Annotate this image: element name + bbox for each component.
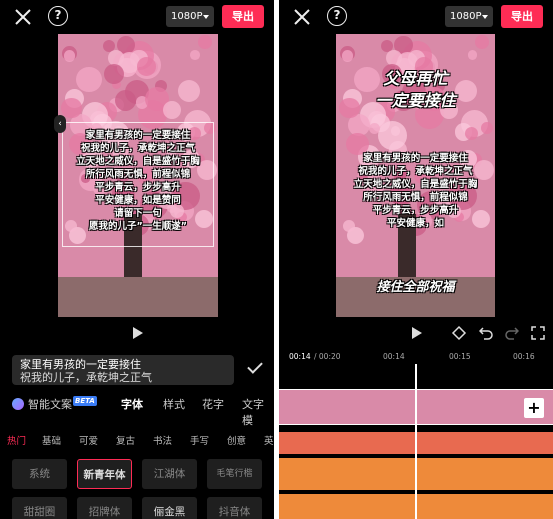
close-icon[interactable] [291, 6, 313, 28]
export-button[interactable]: 导出 [222, 5, 264, 28]
font-tile[interactable]: 毛笔行楷 [207, 459, 262, 489]
blossom-decoration [378, 120, 408, 150]
tab-style[interactable]: 样式 [163, 396, 185, 412]
category-cute[interactable]: 可爱 [79, 433, 98, 447]
blossom-decoration [386, 49, 402, 66]
play-icon[interactable] [133, 327, 143, 339]
caret-down-icon [203, 15, 209, 19]
font-tile[interactable]: 系统 [12, 459, 67, 489]
blossom-decoration [76, 66, 102, 92]
title-text-block[interactable]: 父母再忙 一定要接住 [336, 68, 495, 112]
overlay-line: 所行风雨无惧，前程似锦 [363, 192, 468, 203]
play-icon[interactable] [412, 327, 422, 339]
top-bar: ? 1080P 导出 [279, 0, 553, 34]
timeline-editor-panel: ? 1080P 导出 父母再忙 一定要接住 家里有男孩的一定要接住 祝我的儿子，… [279, 0, 553, 519]
tab-ai-copy[interactable]: 智能文案 [28, 396, 72, 412]
edit-text-line: 祝我的儿子，承乾坤之正气 [20, 371, 152, 384]
fullscreen-icon[interactable] [531, 326, 545, 340]
resolution-label: 1080P [450, 11, 482, 22]
caret-down-icon [482, 15, 488, 19]
blossom-decoration [464, 127, 479, 141]
overlay-line: 平安健康，如 [386, 218, 444, 229]
category-hot[interactable]: 热门 [7, 433, 26, 447]
text-edit-input[interactable]: 家里有男孩的一定要接住 祝我的儿子，承乾坤之正气 [12, 355, 234, 385]
category-english[interactable]: 英 [264, 433, 274, 447]
tab-font[interactable]: 字体 [121, 396, 143, 412]
video-preview[interactable]: 家里有男孩的一定要接住 祝我的儿子，承乾坤之正气 立天地之威仪，自是盛竹于胸 所… [58, 34, 218, 317]
overlay-line: 家里有男孩的一定要接住 [363, 153, 468, 164]
overlay-line: 平步青云，步步高升 [372, 205, 459, 216]
overlay-text-block[interactable]: 家里有男孩的一定要接住 祝我的儿子，承乾坤之正气 立天地之威仪，自是盛竹于胸 所… [336, 152, 495, 230]
title-line: 父母再忙 [383, 69, 448, 88]
font-tile[interactable]: 抖音体 [207, 497, 262, 519]
font-tile-selected[interactable]: 新青年体 [77, 459, 132, 489]
beta-badge: BETA [73, 396, 97, 406]
keyframe-icon[interactable] [451, 325, 467, 341]
blossom-decoration [467, 50, 478, 61]
blossom-decoration [108, 49, 125, 66]
help-icon[interactable]: ? [48, 6, 68, 26]
bottom-caption[interactable]: 接住全部祝福 [336, 276, 495, 295]
resolution-dropdown[interactable]: 1080P [445, 6, 493, 27]
overlay-line: 立天地之威仪，自是盛竹于胸 [353, 179, 478, 190]
blossom-decoration [162, 100, 181, 119]
blossom-decoration [137, 56, 156, 76]
confirm-check-icon[interactable] [247, 358, 263, 374]
text-editor-panel: ? 1080P 导出 家里有男孩的一定要接住 祝我的儿子，承乾坤之正气 立天地之… [0, 0, 274, 519]
top-bar: ? 1080P 导出 [0, 0, 274, 34]
ai-copy-icon [12, 398, 24, 410]
playhead[interactable] [415, 364, 417, 519]
font-tile[interactable]: 甜甜圈 [12, 497, 67, 519]
blossom-decoration [190, 50, 201, 61]
time-total: / 00:20 [314, 352, 341, 361]
blossom-decoration [341, 50, 354, 62]
ruler-mark: 00:15 [449, 352, 471, 361]
undo-icon[interactable] [479, 326, 493, 340]
edit-text-line: 家里有男孩的一定要接住 [20, 358, 141, 371]
blossom-decoration [474, 35, 489, 50]
text-selection-frame[interactable] [62, 122, 214, 247]
category-calligraphy[interactable]: 书法 [153, 433, 172, 447]
close-icon[interactable] [12, 6, 34, 28]
blossom-decoration [115, 90, 137, 112]
tab-text-template[interactable]: 文字模 [242, 396, 274, 428]
font-tile[interactable]: 招牌体 [77, 497, 132, 519]
font-category-tabs: 热门 基础 可爱 复古 书法 手写 创意 英 [0, 433, 274, 447]
blossom-decoration [177, 79, 201, 103]
resolution-label: 1080P [171, 11, 203, 22]
font-tile[interactable]: 江湖体 [142, 459, 197, 489]
redo-icon[interactable] [505, 326, 519, 340]
blossom-decoration [104, 64, 125, 85]
category-retro[interactable]: 复古 [116, 433, 135, 447]
text-main-tabs: 智能文案 BETA 字体 样式 花字 文字模 [0, 394, 274, 427]
overlay-line: 祝我的儿子，承乾坤之正气 [358, 166, 473, 177]
scroll-left-handle[interactable]: ‹ [54, 115, 66, 133]
resolution-dropdown[interactable]: 1080P [166, 6, 214, 27]
blossom-decoration [63, 50, 76, 62]
help-icon[interactable]: ? [327, 6, 347, 26]
blossom-decoration [61, 98, 82, 119]
blossom-decoration [197, 35, 212, 50]
font-tile[interactable]: 俪金黑 [142, 497, 197, 519]
time-current: 00:14 [289, 352, 311, 361]
ground [58, 277, 218, 317]
title-line: 一定要接住 [375, 91, 456, 110]
timeline-ruler[interactable]: 00:14 / 00:20 00:14 00:15 00:16 [279, 350, 553, 364]
export-button[interactable]: 导出 [501, 5, 543, 28]
category-creative[interactable]: 创意 [227, 433, 246, 447]
category-handwriting[interactable]: 手写 [190, 433, 209, 447]
ruler-mark: 00:16 [513, 352, 535, 361]
category-basic[interactable]: 基础 [42, 433, 61, 447]
video-preview[interactable]: 父母再忙 一定要接住 家里有男孩的一定要接住 祝我的儿子，承乾坤之正气 立天地之… [336, 34, 495, 317]
add-clip-button[interactable]: + [524, 398, 544, 418]
blossom-decoration [481, 122, 493, 135]
tab-fancy-text[interactable]: 花字 [202, 396, 224, 412]
ruler-mark: 00:14 [383, 352, 405, 361]
